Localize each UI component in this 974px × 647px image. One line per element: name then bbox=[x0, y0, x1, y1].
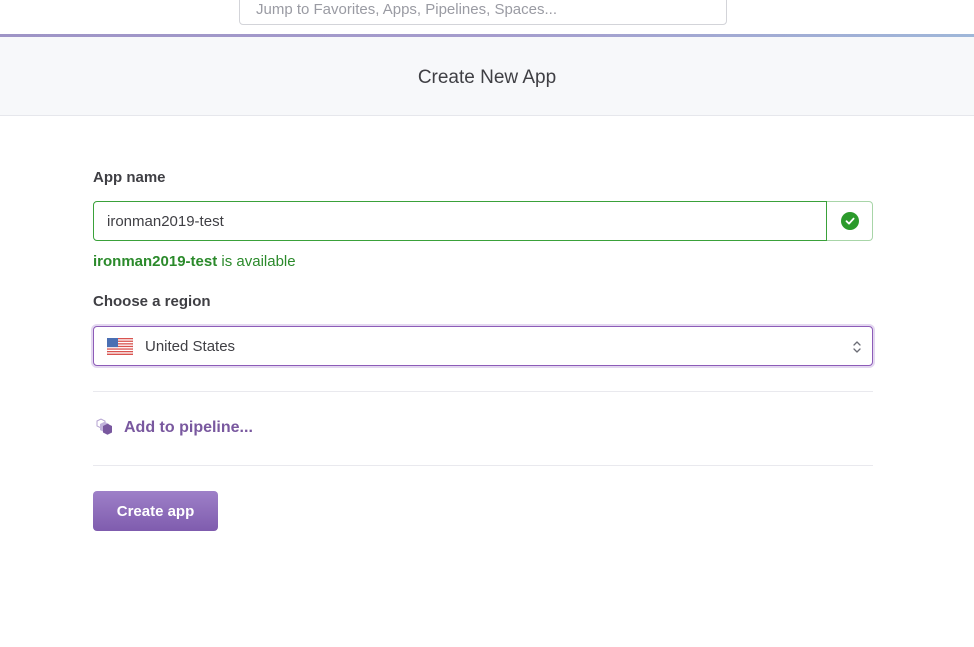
pipeline-hexagon-icon bbox=[96, 418, 112, 435]
available-app-name: ironman2019-test bbox=[93, 253, 218, 270]
divider bbox=[93, 465, 873, 466]
search-input[interactable]: Jump to Favorites, Apps, Pipelines, Spac… bbox=[239, 0, 727, 25]
divider bbox=[93, 391, 873, 392]
region-label: Choose a region bbox=[93, 293, 211, 310]
app-name-input-group bbox=[93, 201, 873, 241]
region-selected-value: United States bbox=[145, 337, 236, 355]
app-name-label: App name bbox=[93, 169, 166, 186]
us-flag-icon bbox=[107, 337, 133, 355]
add-to-pipeline-label: Add to pipeline... bbox=[124, 419, 253, 436]
app-name-input[interactable] bbox=[93, 201, 827, 241]
page-header: Create New App bbox=[0, 37, 974, 116]
create-app-button[interactable]: Create app bbox=[93, 491, 218, 531]
availability-status bbox=[827, 201, 873, 241]
top-search-bar: Jump to Favorites, Apps, Pipelines, Spac… bbox=[0, 0, 974, 37]
chevron-up-down-icon bbox=[853, 341, 861, 353]
page-title: Create New App bbox=[417, 67, 557, 88]
region-select[interactable]: United States bbox=[93, 326, 873, 366]
availability-suffix: is available bbox=[217, 253, 296, 270]
check-circle-icon bbox=[840, 212, 859, 230]
add-to-pipeline-link[interactable]: Add to pipeline... bbox=[93, 418, 253, 438]
availability-message: ironman2019-test is available bbox=[93, 253, 296, 270]
